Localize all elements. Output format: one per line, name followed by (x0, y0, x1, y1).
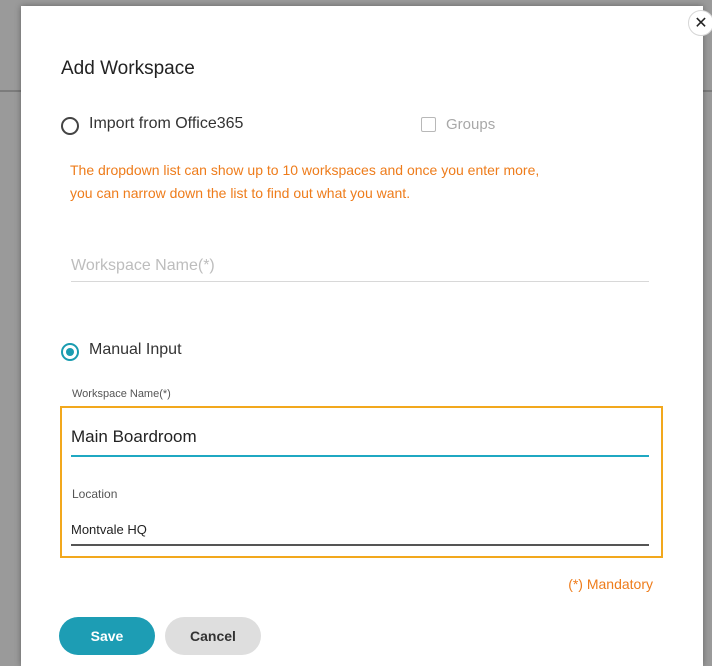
cancel-button[interactable]: Cancel (165, 617, 261, 655)
hint-line: you can narrow down the list to find out… (70, 185, 411, 201)
dropdown-hint-text: The dropdown list can show up to 10 work… (70, 159, 670, 205)
dialog-title: Add Workspace (61, 58, 195, 79)
import-office365-radio[interactable] (61, 117, 79, 135)
backdrop-divider (703, 90, 712, 92)
workspace-name-label: Workspace Name(*) (72, 388, 171, 400)
groups-checkbox[interactable] (421, 117, 436, 132)
manual-input-label[interactable]: Manual Input (89, 341, 182, 359)
location-label: Location (72, 487, 118, 501)
close-icon[interactable]: ✕ (688, 10, 712, 36)
hint-line: The dropdown list can show up to 10 work… (70, 162, 540, 178)
mandatory-note: (*) Mandatory (568, 576, 653, 592)
manual-input-radio[interactable] (61, 343, 79, 361)
save-button[interactable]: Save (59, 617, 155, 655)
add-workspace-dialog: Add Workspace Import from Office365 Grou… (21, 6, 703, 666)
location-input[interactable] (71, 514, 649, 546)
import-office365-label[interactable]: Import from Office365 (89, 115, 243, 133)
office365-workspace-name-input[interactable] (71, 251, 649, 282)
groups-label[interactable]: Groups (446, 116, 495, 133)
workspace-name-input[interactable] (71, 419, 649, 457)
backdrop-divider (0, 90, 21, 92)
radio-selected-dot (66, 348, 74, 356)
